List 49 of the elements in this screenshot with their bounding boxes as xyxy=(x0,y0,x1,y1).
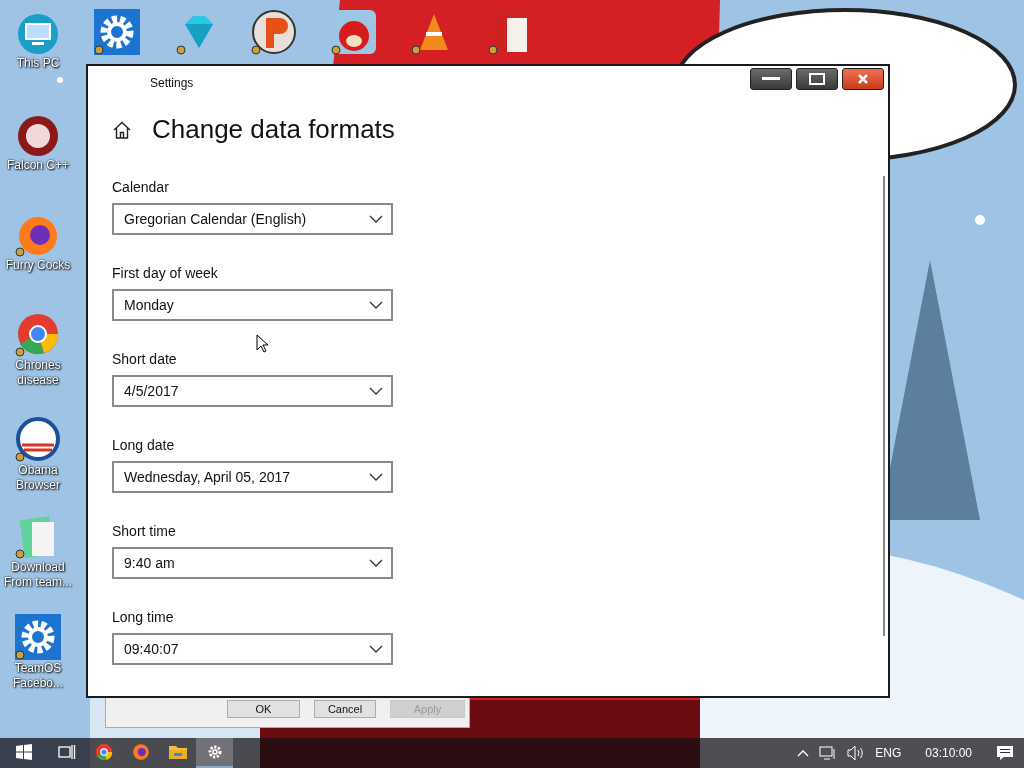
chevron-down-icon xyxy=(369,215,383,223)
chevron-down-icon xyxy=(369,645,383,653)
gear-icon[interactable] xyxy=(93,8,141,56)
dropdown[interactable]: 09:40:07 xyxy=(112,633,393,665)
chevron-down-icon xyxy=(369,559,383,567)
maximize-icon xyxy=(809,73,825,85)
dropdown[interactable]: 9:40 am xyxy=(112,547,393,579)
dropdown[interactable]: Gregorian Calendar (English) xyxy=(112,203,393,235)
chevron-down-icon xyxy=(369,473,383,481)
scrollbar[interactable] xyxy=(883,176,885,636)
disc-icon[interactable] xyxy=(250,8,298,56)
close-button[interactable] xyxy=(842,68,884,90)
chevron-up-icon[interactable] xyxy=(797,749,810,757)
chevron-down-icon xyxy=(369,387,383,395)
windows-logo-icon xyxy=(16,744,32,760)
window-title: Settings xyxy=(150,76,194,90)
fox-icon xyxy=(131,743,150,761)
field-label: Calendar xyxy=(112,179,170,195)
mouse-cursor-icon xyxy=(256,334,268,353)
minimize-icon xyxy=(762,77,780,81)
minimize-button[interactable] xyxy=(750,68,792,90)
dropdown[interactable]: Wednesday, April 05, 2017 xyxy=(112,461,393,493)
page-heading: Change data formats xyxy=(152,114,395,145)
close-icon xyxy=(857,73,869,85)
bird-icon[interactable] xyxy=(330,8,378,56)
notification-icon[interactable] xyxy=(996,745,1014,761)
field-label: Short date xyxy=(112,351,178,367)
field-label: Long time xyxy=(112,609,175,625)
dialog-button[interactable]: Cancel xyxy=(314,700,376,718)
gear-icon xyxy=(206,744,223,760)
task-view-icon xyxy=(57,744,76,760)
taskbar-button[interactable] xyxy=(196,738,233,768)
home-icon[interactable] xyxy=(112,120,132,139)
network-icon[interactable] xyxy=(819,745,838,761)
field-label: First day of week xyxy=(112,265,219,281)
folder-icon xyxy=(167,744,188,760)
sunrise-icon[interactable] xyxy=(14,415,62,463)
dialog-button[interactable]: OK xyxy=(227,700,300,718)
gear-icon[interactable] xyxy=(14,613,62,661)
maximize-button[interactable] xyxy=(796,68,838,90)
volume-icon[interactable] xyxy=(847,745,866,761)
language-indicator[interactable]: ENG xyxy=(875,746,902,760)
dropdown[interactable]: 4/5/2017 xyxy=(112,375,393,407)
dropdown[interactable]: Monday xyxy=(112,289,393,321)
clock[interactable]: 03:10:00 xyxy=(925,746,972,760)
field-label: Short time xyxy=(112,523,177,539)
chevron-down-icon xyxy=(369,301,383,309)
field-label: Long date xyxy=(112,437,176,453)
chrome-icon xyxy=(94,743,113,761)
